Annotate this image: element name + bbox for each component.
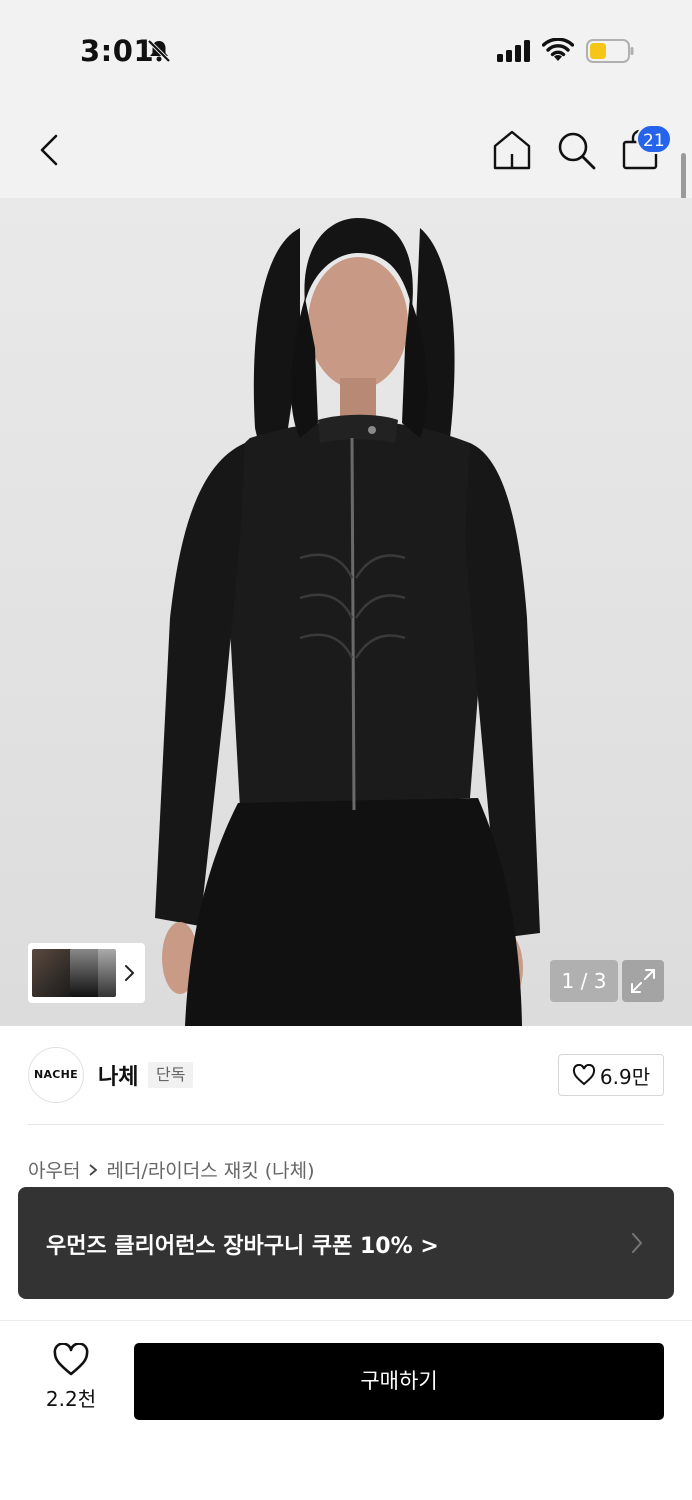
cellular-signal-icon: [497, 40, 530, 62]
status-bar: 3:01: [0, 0, 692, 100]
product-photo: [155, 218, 540, 1026]
wishlist-button[interactable]: 2.2천: [36, 1343, 106, 1415]
brand-name[interactable]: 나체: [98, 1059, 138, 1091]
wishlist-count: 2.2천: [45, 1387, 97, 1411]
thumbnail-2[interactable]: [70, 949, 100, 997]
bottom-action-bar: 2.2천 구매하기: [0, 1320, 692, 1500]
breadcrumb-subcategory[interactable]: 레더/라이더스 재킷 (나체): [106, 1156, 314, 1183]
search-icon[interactable]: [554, 128, 598, 172]
buy-button[interactable]: 구매하기: [134, 1343, 664, 1420]
brand-logo[interactable]: NACHE: [28, 1047, 84, 1103]
breadcrumb: 아우터 레더/라이더스 재킷 (나체): [28, 1156, 315, 1183]
cart-count-badge: 21: [636, 124, 672, 154]
brand-like-count: 6.9만: [599, 1064, 651, 1089]
wifi-icon: [542, 38, 574, 61]
heart-icon: [572, 1064, 595, 1086]
divider: [28, 1124, 664, 1125]
bell-muted-icon: [147, 39, 171, 63]
thumbnail-3[interactable]: [98, 949, 116, 997]
coupon-banner[interactable]: 우먼즈 클리어런스 장바구니 쿠폰 10% >: [18, 1187, 674, 1299]
top-app-bar: [0, 100, 692, 198]
heart-icon: [53, 1343, 89, 1376]
back-icon[interactable]: [30, 128, 70, 172]
chevron-right-icon: [632, 1233, 642, 1253]
thumbnail-1[interactable]: [32, 949, 72, 997]
product-image-gallery[interactable]: 1 / 3: [0, 198, 692, 1026]
breadcrumb-category[interactable]: 아우터: [28, 1156, 80, 1183]
chevron-right-icon: [89, 1163, 98, 1176]
brand-like-button[interactable]: 6.9만: [558, 1054, 664, 1096]
thumbnail-strip[interactable]: [28, 943, 145, 1003]
rating-summary-peek: [28, 1310, 228, 1320]
exclusive-badge: 단독: [148, 1062, 194, 1088]
battery-icon: [586, 39, 634, 63]
home-icon[interactable]: [490, 128, 534, 172]
expand-icon[interactable]: [622, 960, 664, 1002]
status-time: 3:01: [80, 34, 155, 68]
chevron-right-icon[interactable]: [123, 961, 137, 985]
image-counter: 1 / 3: [550, 960, 618, 1002]
coupon-text: 우먼즈 클리어런스 장바구니 쿠폰 10% >: [46, 1234, 439, 1259]
